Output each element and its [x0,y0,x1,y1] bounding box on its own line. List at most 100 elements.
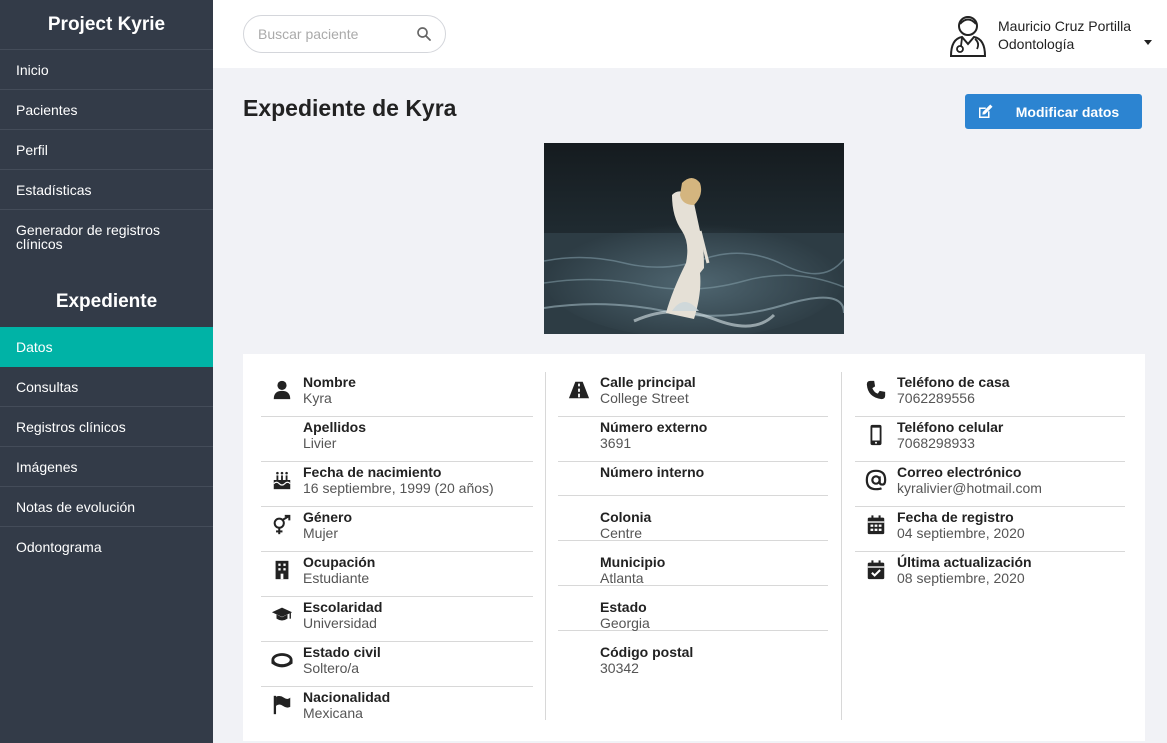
field-value: 16 septiembre, 1999 (20 años) [303,480,494,496]
field-value: 30342 [600,660,639,676]
field-estado-civil: Estado civil Soltero/a [261,642,533,687]
field-label: Colonia [600,509,652,525]
sidebar: Project Kyrie Inicio Pacientes Perfil Es… [0,0,213,743]
field-label: Ocupación [303,554,376,570]
field-escolaridad: Escolaridad Universidad [261,597,533,642]
field-label: Municipio [600,554,666,570]
field-value: 7062289556 [897,390,975,406]
field-telefono-casa: Teléfono de casa 7062289556 [855,372,1125,417]
field-numero-interno: Número interno [558,462,828,496]
field-label: Calle principal [600,374,696,390]
edit-data-label: Modificar datos [1015,103,1120,120]
nav-item-estadisticas[interactable]: Estadísticas [0,170,213,210]
nav-item-generador[interactable]: Generador de registros clínicos [0,210,213,263]
calendar-check-icon [867,560,885,580]
field-value: 04 septiembre, 2020 [897,525,1025,541]
mobile-icon [870,424,882,446]
ring-icon [271,653,293,668]
field-colonia: Colonia Centre [558,496,828,541]
field-label: Escolaridad [303,599,383,615]
user-info: Mauricio Cruz Portilla Odontología [998,17,1131,53]
doctor-avatar-icon [949,16,987,57]
edit-data-button[interactable]: Modificar datos [965,94,1142,129]
user-role: Odontología [998,36,1075,52]
field-fecha-nacimiento: Fecha de nacimiento 16 septiembre, 1999 (… [261,462,533,507]
nav-item-datos[interactable]: Datos [0,327,213,367]
field-genero: Género Mujer [261,507,533,552]
gender-icon [273,514,291,535]
field-value: Kyra [303,390,332,406]
field-value: Mexicana [303,705,363,721]
field-label: Estado civil [303,644,381,660]
caret-down-icon[interactable] [1144,40,1152,45]
nav-item-notas-evolucion[interactable]: Notas de evolución [0,487,213,527]
field-value: kyralivier@hotmail.com [897,480,1042,496]
field-value: 3691 [600,435,632,451]
at-icon [865,469,887,491]
field-codigo-postal: Código postal 30342 [558,631,828,676]
nav-item-consultas[interactable]: Consultas [0,367,213,407]
field-label: Estado [600,599,647,615]
field-label: Apellidos [303,419,367,435]
field-label: Número interno [600,464,705,480]
nav-item-registros-clinicos[interactable]: Registros clínicos [0,407,213,447]
patient-photo [544,143,844,334]
field-apellidos: Apellidos Livier [261,417,533,462]
flag-icon [273,695,291,715]
field-estado: Estado Georgia [558,586,828,631]
nav-item-inicio[interactable]: Inicio [0,50,213,90]
contact-info-column: Teléfono de casa 7062289556 Teléfono celu… [855,372,1125,597]
page-title: Expediente de Kyra [243,95,457,121]
search-input[interactable] [258,26,415,42]
field-value: College Street [600,390,689,406]
search-box [243,15,446,53]
building-icon [275,560,289,580]
field-label: Código postal [600,644,694,660]
calendar-icon [867,515,885,535]
column-divider [545,372,546,720]
field-value: Estudiante [303,570,370,586]
field-correo-electronico: Correo electrónico kyralivier@hotmail.com [855,462,1125,507]
birthday-cake-icon [273,471,291,490]
nav-item-odontograma[interactable]: Odontograma [0,527,213,567]
field-fecha-registro: Fecha de registro 04 septiembre, 2020 [855,507,1125,552]
field-label: Número externo [600,419,708,435]
brand-title[interactable]: Project Kyrie [0,0,213,50]
field-value: Georgia [600,615,650,631]
field-label: Fecha de registro [897,509,1014,525]
field-value: Atlanta [600,570,644,586]
field-label: Correo electrónico [897,464,1022,480]
section-title-expediente: Expediente [55,291,158,312]
field-numero-externo: Número externo 3691 [558,417,828,462]
field-calle-principal: Calle principal College Street [558,372,828,417]
personal-info-column: Nombre Kyra Apellidos Livier Fecha de naci… [261,372,533,732]
field-nombre: Nombre Kyra [261,372,533,417]
nav-item-pacientes[interactable]: Pacientes [0,90,213,130]
road-icon [568,381,590,399]
field-label: Última actualización [897,554,1032,570]
user-name: Mauricio Cruz Portilla [998,18,1132,34]
field-value: Centre [600,525,643,541]
field-value: Livier [303,435,337,451]
field-label: Teléfono celular [897,419,1004,435]
column-divider [841,372,842,720]
phone-icon [866,380,886,400]
field-value: Mujer [303,525,339,541]
search-icon[interactable] [415,25,433,43]
field-nacionalidad: Nacionalidad Mexicana [261,687,533,732]
nav-item-imagenes[interactable]: Imágenes [0,447,213,487]
graduation-cap-icon [271,607,293,621]
nav-item-perfil[interactable]: Perfil [0,130,213,170]
address-info-column: Calle principal College Street Número ext… [558,372,828,676]
field-label: Nombre [303,374,356,390]
field-municipio: Municipio Atlanta [558,541,828,586]
field-ultima-actualizacion: Última actualización 08 septiembre, 2020 [855,552,1125,597]
field-value: Universidad [303,615,377,631]
field-label: Fecha de nacimiento [303,464,442,480]
field-telefono-celular: Teléfono celular 7068298933 [855,417,1125,462]
user-icon [273,380,291,400]
user-menu[interactable]: Mauricio Cruz Portilla Odontología [948,12,1158,58]
topbar: Mauricio Cruz Portilla Odontología [213,0,1167,68]
field-value: Soltero/a [303,660,360,676]
field-label: Teléfono de casa [897,374,1010,390]
